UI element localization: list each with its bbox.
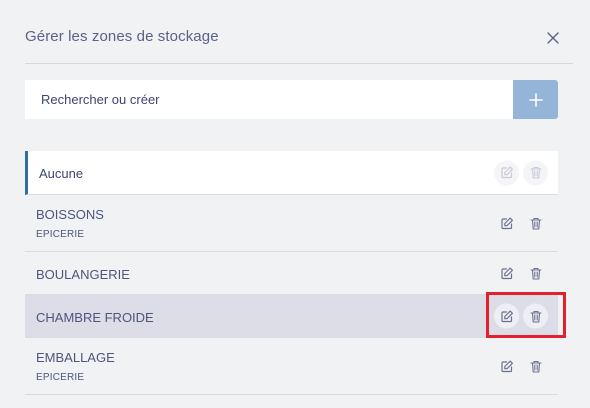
trash-icon[interactable] [523, 354, 548, 379]
row-actions [494, 211, 548, 236]
close-icon[interactable] [543, 28, 563, 48]
zone-row-boissons[interactable]: BOISSONS EPICERIE [25, 195, 558, 252]
zone-list: Aucune BOISSONS EPICERIE BOULANGERIE CHA… [25, 151, 558, 395]
trash-icon[interactable] [523, 261, 548, 286]
plus-icon [528, 92, 543, 107]
edit-icon[interactable] [494, 261, 519, 286]
zone-row-chambre-froide[interactable]: CHAMBRE FROIDE [25, 295, 558, 338]
dialog-title: Gérer les zones de stockage [25, 28, 219, 45]
zone-name: EMBALLAGE [36, 350, 115, 365]
row-actions [494, 354, 548, 379]
row-actions [494, 303, 548, 329]
zone-row-aucune[interactable]: Aucune [25, 151, 558, 195]
trash-icon[interactable] [523, 160, 548, 185]
edit-icon[interactable] [494, 303, 519, 329]
zone-name: BOULANGERIE [36, 267, 130, 282]
trash-icon[interactable] [523, 211, 548, 236]
zone-name: Aucune [39, 166, 84, 181]
zone-row-boulangerie[interactable]: BOULANGERIE [25, 252, 558, 295]
zone-name: CHAMBRE FROIDE [36, 310, 154, 325]
edit-icon[interactable] [494, 160, 519, 185]
search-bar [25, 80, 558, 119]
edit-icon[interactable] [494, 354, 519, 379]
zone-subtitle: EPICERIE [36, 229, 85, 240]
zone-subtitle: EPICERIE [36, 372, 85, 383]
edit-icon[interactable] [494, 211, 519, 236]
zone-name: BOISSONS [36, 207, 104, 222]
search-input[interactable] [25, 80, 513, 119]
add-zone-button[interactable] [513, 80, 558, 119]
row-actions [494, 160, 548, 185]
header-divider [25, 63, 573, 64]
trash-icon[interactable] [523, 303, 548, 329]
row-actions [494, 261, 548, 286]
zone-row-emballage[interactable]: EMBALLAGE EPICERIE [25, 338, 558, 395]
